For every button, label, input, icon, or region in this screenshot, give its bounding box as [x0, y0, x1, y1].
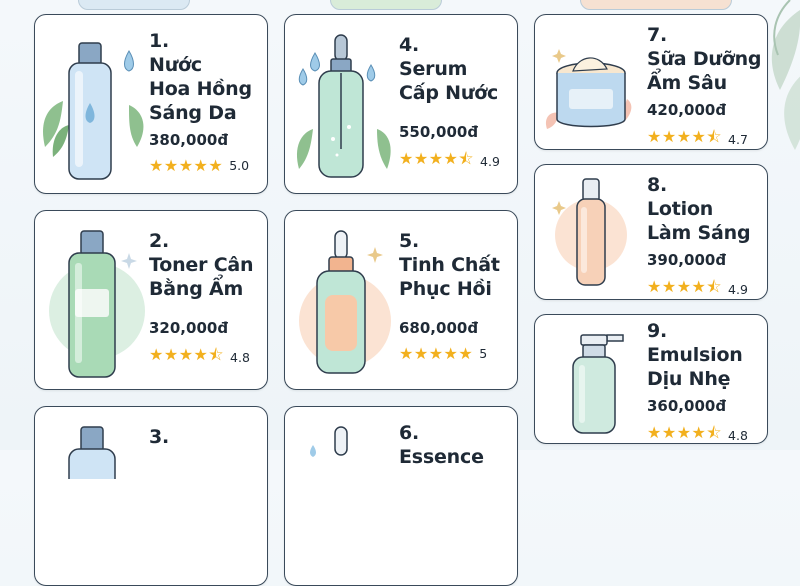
star-rating-icon: ★★★★★ — [399, 344, 474, 363]
product-number: 8. — [647, 174, 668, 196]
cream-jar-icon — [545, 49, 632, 129]
dropper-bottle-icon — [296, 34, 391, 178]
rating-row: ★★★★⯪ 4.8 — [149, 344, 253, 371]
product-info: 1. Nước Hoa Hồng Sáng Da 380,000đ ★★★★★ … — [149, 29, 252, 175]
product-name: Emulsion Dịu Nhẹ — [647, 344, 743, 390]
product-price: 320,000đ — [149, 319, 229, 337]
rating-value: 5 — [479, 346, 488, 361]
product-number: 3. — [149, 426, 170, 448]
product-number: 9. — [647, 320, 668, 342]
rating-value: 4.8 — [230, 350, 250, 365]
product-info: 2. Toner Cân Bằng Ẩm 320,000đ ★★★★⯪ 4.8 — [149, 229, 254, 371]
rating-row: ★★★★⯪ 4.7 — [647, 126, 761, 149]
star-rating-icon: ★★★★⯪ — [647, 277, 723, 296]
product-card-6[interactable]: 6. Essence — [284, 406, 518, 586]
toner-bottle-icon — [49, 230, 145, 378]
product-info: 7. Sữa Dưỡng Ẩm Sâu 420,000đ ★★★★⯪ 4.7 — [647, 23, 762, 149]
product-number: 4. — [399, 34, 420, 56]
product-name: Serum Cấp Nước — [399, 58, 499, 104]
product-name: Nước Hoa Hồng Sáng Da — [149, 54, 252, 124]
product-info: 4. Serum Cấp Nước 550,000đ ★★★★⯪ 4.9 — [399, 33, 500, 175]
product-card-3[interactable]: 3. — [34, 406, 268, 586]
toner-bottle-icon — [43, 42, 144, 180]
product-info: 8. Lotion Làm Sáng 390,000đ ★★★★⯪ 4.9 — [647, 173, 751, 299]
rating-value: 4.9 — [728, 282, 748, 297]
product-info: 6. Essence — [399, 421, 484, 469]
product-number: 1. — [149, 30, 170, 52]
rating-row: ★★★★⯪ 4.8 — [647, 422, 748, 443]
product-name: Lotion Làm Sáng — [647, 198, 751, 244]
product-number: 7. — [647, 24, 668, 46]
product-name: Sữa Dưỡng Ẩm Sâu — [647, 48, 762, 94]
product-info: 5. Tinh Chất Phục Hồi 680,000đ ★★★★★ 5 — [399, 229, 500, 363]
star-rating-icon: ★★★★★ — [149, 156, 224, 175]
product-price: 360,000đ — [647, 397, 727, 415]
rating-row: ★★★★★ 5 — [399, 344, 500, 363]
product-number: 6. — [399, 422, 420, 444]
rating-value: 4.7 — [728, 132, 748, 147]
pump-bottle-icon — [572, 334, 624, 434]
product-number: 5. — [399, 230, 420, 252]
dropper-bottle-icon — [299, 230, 391, 374]
product-price: 420,000đ — [647, 101, 727, 119]
top-tab-left — [78, 0, 190, 10]
product-price: 390,000đ — [647, 251, 727, 269]
rating-value: 4.9 — [480, 154, 500, 169]
rating-value: 5.0 — [229, 158, 250, 173]
product-card-7[interactable]: 7. Sữa Dưỡng Ẩm Sâu 420,000đ ★★★★⯪ 4.7 — [534, 14, 768, 150]
star-rating-icon: ★★★★⯪ — [647, 423, 723, 442]
rating-row: ★★★★★ 5.0 — [149, 156, 252, 175]
product-price: 380,000đ — [149, 131, 229, 149]
product-info: 9. Emulsion Dịu Nhẹ 360,000đ ★★★★⯪ 4.8 — [647, 319, 748, 443]
star-rating-icon: ★★★★⯪ — [647, 127, 723, 146]
product-card-9[interactable]: 9. Emulsion Dịu Nhẹ 360,000đ ★★★★⯪ 4.8 — [534, 314, 768, 444]
product-price: 680,000đ — [399, 319, 479, 337]
rating-row: ★★★★⯪ 4.9 — [647, 276, 750, 299]
top-tab-right — [580, 0, 732, 10]
product-card-4[interactable]: 4. Serum Cấp Nước 550,000đ ★★★★⯪ 4.9 — [284, 14, 518, 194]
star-rating-icon: ★★★★⯪ — [149, 345, 225, 364]
product-card-1[interactable]: 1. Nước Hoa Hồng Sáng Da 380,000đ ★★★★★ … — [34, 14, 268, 194]
product-name: Tinh Chất Phục Hồi — [399, 254, 500, 300]
product-number: 2. — [149, 230, 170, 252]
toner-bottle-icon — [68, 426, 116, 479]
rating-value: 4.8 — [728, 428, 748, 443]
star-rating-icon: ★★★★⯪ — [399, 149, 475, 168]
product-card-2[interactable]: 2. Toner Cân Bằng Ẩm 320,000đ ★★★★⯪ 4.8 — [34, 210, 268, 390]
product-card-5[interactable]: 5. Tinh Chất Phục Hồi 680,000đ ★★★★★ 5 — [284, 210, 518, 390]
product-price: 550,000đ — [399, 123, 479, 141]
product-name: Toner Cân Bằng Ẩm — [149, 254, 254, 300]
product-info: 3. — [149, 425, 169, 449]
dropper-bottle-icon — [310, 426, 348, 457]
rating-row: ★★★★⯪ 4.9 — [399, 148, 500, 175]
product-card-8[interactable]: 8. Lotion Làm Sáng 390,000đ ★★★★⯪ 4.9 — [534, 164, 768, 300]
product-name: Essence — [399, 446, 484, 468]
pump-bottle-icon — [552, 178, 627, 286]
top-tab-center — [330, 0, 442, 10]
